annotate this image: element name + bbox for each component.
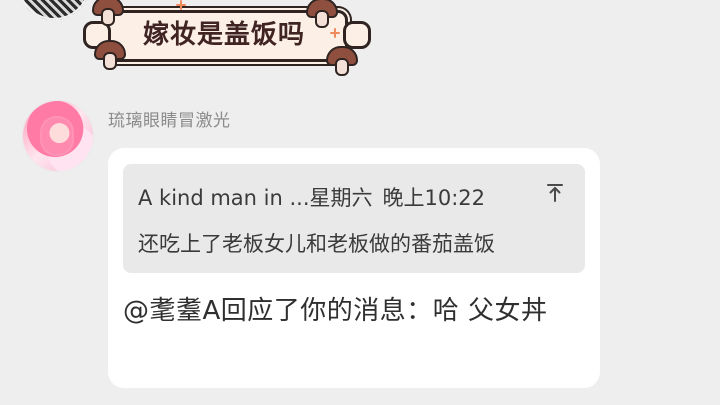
mushroom-icon [326,46,358,76]
sticker-text: 嫁妆是盖饭吗 [142,20,305,50]
quote-time: 晚上10:22 [382,186,486,210]
chat-screen: 嫁妆是盖饭吗 琉璃眼睛冒激光 A kind man in ...星期六 晚上10:… [0,0,720,405]
message-bubble[interactable]: A kind man in ...星期六 晚上10:22 还吃上了老板女儿和老板做… [108,148,600,388]
avatar[interactable] [18,0,90,20]
sender-avatar[interactable] [22,100,94,172]
sticker-image[interactable]: 嫁妆是盖饭吗 [83,0,371,90]
quote-meta: A kind man in ...星期六 晚上10:22 [138,182,485,212]
quoted-message[interactable]: A kind man in ...星期六 晚上10:22 还吃上了老板女儿和老板做… [123,164,585,273]
sparkle-icon [330,28,340,38]
quote-author: A kind man in ... [138,186,310,210]
message-text: @耄耋A回应了你的消息：哈 父女丼 [123,296,548,326]
sender-name[interactable]: 琉璃眼睛冒激光 [108,106,231,131]
jump-to-quote-icon[interactable] [543,181,567,205]
mushroom-icon [94,40,126,70]
quote-text: 还吃上了老板女儿和老板做的番茄盖饭 [138,232,495,256]
mushroom-icon [92,0,124,26]
sparkle-icon [176,0,186,10]
quote-day: 星期六 [309,186,373,210]
